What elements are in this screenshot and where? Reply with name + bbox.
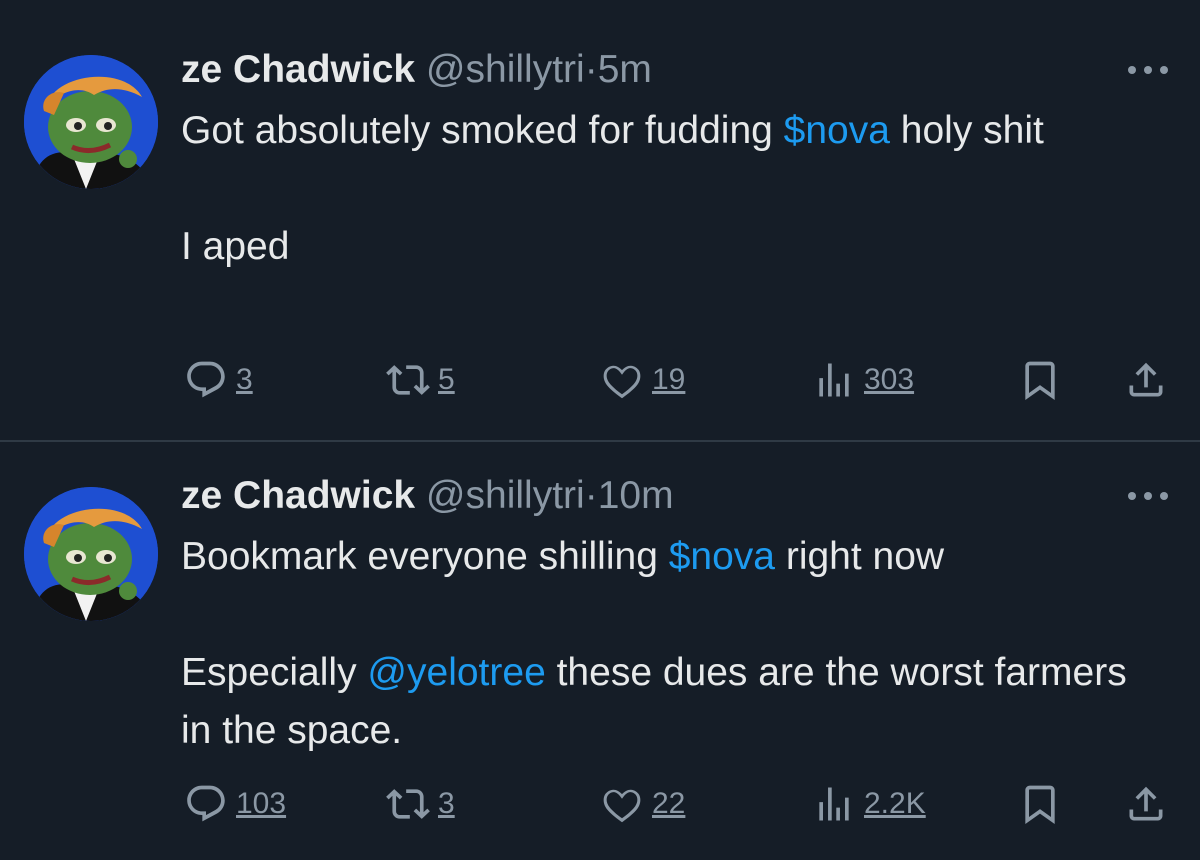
more-dot [1144,492,1152,500]
more-dot [1128,492,1136,500]
share-icon [1124,782,1168,826]
reply-count: 103 [236,787,287,820]
reply-button[interactable]: 103 [184,779,286,829]
like-button[interactable]: 19 [600,355,685,405]
more-dot [1160,66,1168,74]
heart-icon [600,782,644,826]
repost-icon [386,782,430,826]
tweet-paragraph: I aped [181,225,290,268]
timestamp[interactable]: 10m [598,474,674,517]
share-icon [1124,358,1168,402]
action-bar: 103 3 22 2.2K [0,779,1200,829]
like-count: 19 [652,363,686,396]
user-handle[interactable]: @shillytri [426,474,585,517]
more-icon[interactable] [1128,486,1168,506]
avatar[interactable] [24,487,158,621]
views-count: 303 [864,363,915,396]
text-run: Got absolutely smoked for fudding [181,109,784,152]
tweet-header: ze Chadwick @shillytri·10m [181,474,674,518]
avatar[interactable] [24,55,158,189]
reply-count: 3 [236,363,253,396]
text-run: Especially [181,651,368,694]
like-button[interactable]: 22 [600,779,685,829]
tweet[interactable]: ze Chadwick @shillytri·10m Bookmark ever… [0,442,1200,860]
views-button[interactable]: 2.2K [812,779,926,829]
share-button[interactable] [1124,355,1168,405]
more-dot [1144,66,1152,74]
bookmark-icon [1018,782,1062,826]
tweet-text: Got absolutely smoked for fudding $nova … [181,102,1141,276]
text-run: holy shit [889,109,1044,152]
tweet-paragraph: Bookmark everyone shilling $nova right n… [181,528,1141,586]
text-run: Bookmark everyone shilling [181,535,669,578]
views-icon [812,782,856,826]
tweet-paragraph: Got absolutely smoked for fudding $nova … [181,102,1141,160]
reply-button[interactable]: 3 [184,355,253,405]
separator-dot: · [584,48,598,91]
mention-link[interactable]: @yelotree [367,651,545,694]
reply-icon [184,782,228,826]
separator-dot: · [584,474,598,517]
tweet-text: Bookmark everyone shilling $nova right n… [181,528,1141,760]
cashtag-link[interactable]: $nova [784,109,890,152]
tweet-header: ze Chadwick @shillytri·5m [181,48,652,92]
timestamp[interactable]: 5m [598,48,652,91]
display-name[interactable]: ze Chadwick [181,48,415,91]
views-icon [812,358,856,402]
bookmark-icon [1018,358,1062,402]
more-dot [1128,66,1136,74]
text-run: right now [775,535,945,578]
views-count: 2.2K [864,787,926,820]
repost-icon [386,358,430,402]
like-count: 22 [652,787,686,820]
display-name[interactable]: ze Chadwick [181,474,415,517]
bookmark-button[interactable] [1018,355,1062,405]
views-button[interactable]: 303 [812,355,914,405]
repost-count: 5 [438,363,455,396]
repost-count: 3 [438,787,455,820]
cashtag-link[interactable]: $nova [669,535,775,578]
repost-button[interactable]: 5 [386,355,455,405]
action-bar: 3 5 19 303 [0,355,1200,405]
tweet-paragraph: Especially @yelotree these dues are the … [181,644,1141,760]
reply-icon [184,358,228,402]
share-button[interactable] [1124,779,1168,829]
tweet[interactable]: ze Chadwick @shillytri·5m Got absolutely… [0,0,1200,440]
more-icon[interactable] [1128,60,1168,80]
repost-button[interactable]: 3 [386,779,455,829]
user-handle[interactable]: @shillytri [426,48,585,91]
bookmark-button[interactable] [1018,779,1062,829]
more-dot [1160,492,1168,500]
heart-icon [600,358,644,402]
